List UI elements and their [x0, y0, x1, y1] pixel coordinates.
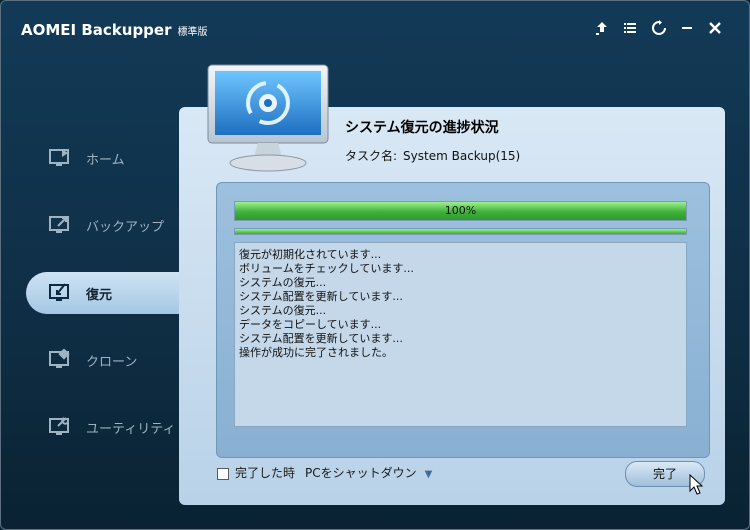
task-title: システム復元の進捗状況 [345, 120, 499, 136]
home-monitor-icon [48, 147, 74, 169]
sidebar-item-clone[interactable]: クローン [26, 339, 176, 381]
sidebar-item-utilities[interactable]: ユーティリティ [26, 406, 176, 448]
sidebar-item-label: バックアップ [86, 220, 165, 235]
log-line: ボリュームをチェックしています... [239, 262, 414, 275]
log-line: システムの復元... [239, 276, 327, 289]
progress-percent: 100% [444, 204, 477, 217]
shutdown-option: 完了した時 PCをシャットダウン ▼ [217, 464, 432, 481]
task-name-value: System Backup(15) [403, 149, 521, 163]
backup-icon [48, 214, 74, 236]
title-bar: AOMEI Backupper 標準版 [1, 1, 749, 57]
shutdown-checkbox[interactable] [217, 467, 229, 480]
sidebar-item-backup[interactable]: バックアップ [26, 204, 176, 246]
close-icon[interactable] [704, 17, 726, 39]
log-line: システム配置を更新しています... [239, 290, 403, 303]
secondary-progress-fill [235, 229, 686, 234]
refresh-icon[interactable] [648, 17, 670, 39]
menu-icon[interactable] [619, 17, 641, 39]
log-line: システムの復元... [239, 304, 327, 317]
log-line: 操作が成功に完了されました。 [239, 346, 393, 359]
operation-log[interactable]: 復元が初期化されています... ボリュームをチェックしています... システムの復元… [234, 242, 687, 427]
task-name: タスク名: System Backup(15) [345, 147, 520, 164]
shutdown-action-select[interactable]: PCをシャットダウン ▼ [305, 466, 432, 480]
sidebar-item-restore[interactable]: 復元 [26, 272, 186, 314]
utilities-icon [48, 416, 74, 438]
secondary-progress-bar [234, 228, 687, 235]
sidebar-item-label: ホーム [86, 153, 125, 168]
sidebar-item-label: クローン [86, 355, 138, 370]
sidebar-item-label: 復元 [86, 288, 113, 303]
restore-monitor-icon [206, 63, 334, 175]
app-title: AOMEI Backupper 標準版 [21, 21, 207, 39]
task-name-label: タスク名: [345, 149, 398, 163]
log-line: 復元が初期化されています... [239, 248, 382, 261]
sidebar-item-home[interactable]: ホーム [26, 137, 176, 179]
chevron-down-icon: ▼ [424, 469, 433, 480]
log-line: システム配置を更新しています... [239, 332, 403, 345]
restore-icon [48, 282, 74, 304]
shutdown-checkbox-label: 完了した時 [235, 466, 296, 480]
upgrade-icon[interactable] [591, 17, 613, 39]
clone-icon [48, 348, 74, 371]
sidebar-item-label: ユーティリティ [86, 422, 176, 437]
shutdown-action-value: PCをシャットダウン [305, 466, 417, 480]
log-line: データをコピーしています... [239, 318, 382, 331]
progress-bar: 100% [234, 201, 687, 221]
mouse-cursor-icon [689, 473, 704, 500]
minimize-icon[interactable] [676, 17, 698, 39]
app-edition: 標準版 [177, 27, 208, 38]
app-window: AOMEI Backupper 標準版 ホーム バックアップ 復元 クローン ユ… [0, 0, 750, 530]
sidebar: ホーム バックアップ 復元 クローン ユーティリティ [1, 121, 186, 481]
app-name: AOMEI Backupper [21, 21, 172, 39]
